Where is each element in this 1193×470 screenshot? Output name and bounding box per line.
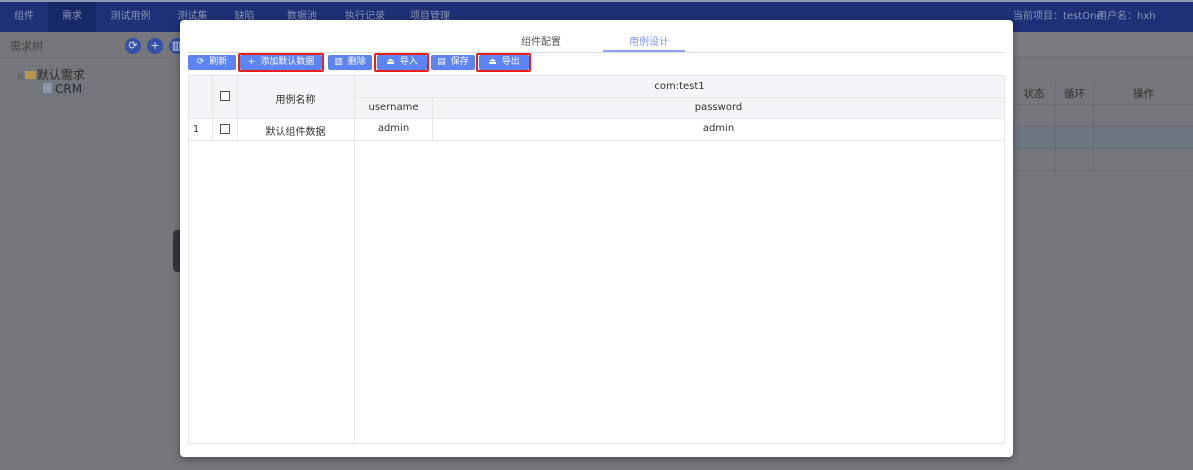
background-toolbar bbox=[1013, 32, 1193, 57]
header-status: 状态 bbox=[1013, 83, 1056, 104]
tree-node-label: 默认需求 bbox=[36, 68, 85, 82]
row-case-name[interactable]: 默认组件数据 bbox=[237, 123, 354, 138]
save-button[interactable]: ▤ 保存 bbox=[431, 55, 475, 70]
highlight-box bbox=[476, 53, 531, 72]
refresh-icon[interactable]: ⟳ bbox=[125, 38, 141, 54]
nav-item-testcases[interactable]: 测试用例 bbox=[98, 2, 163, 32]
header-case-name: 用例名称 bbox=[275, 95, 316, 106]
header-actions: 操作 bbox=[1133, 88, 1154, 100]
row-password[interactable]: admin bbox=[433, 123, 1004, 134]
nav-item-requirements[interactable]: 需求 bbox=[48, 2, 96, 32]
button-label: 刷新 bbox=[209, 57, 228, 67]
tree-node-root[interactable]: ⊟ 默认需求 bbox=[17, 66, 85, 83]
header-password: password bbox=[694, 102, 743, 113]
current-project: 当前项目：testOne bbox=[1013, 11, 1103, 22]
tree-node-crm[interactable]: CRM bbox=[41, 82, 85, 96]
divider bbox=[355, 97, 1004, 98]
button-label: 保存 bbox=[450, 57, 469, 67]
folder-icon bbox=[24, 71, 36, 79]
sidebar-title: 需求树 bbox=[10, 40, 43, 53]
trash-icon: ▥ bbox=[334, 57, 343, 67]
header-username: username bbox=[368, 102, 419, 113]
row-username[interactable]: admin bbox=[355, 123, 432, 134]
delete-button[interactable]: ▥ 删除 bbox=[328, 55, 372, 70]
case-data-table: 用例名称 com:test1 username password 1 默认组件数… bbox=[188, 75, 1005, 444]
background-table: 状态 循环 操作 bbox=[1013, 83, 1193, 171]
refresh-icon: ⟳ bbox=[196, 57, 205, 67]
button-label: 删除 bbox=[347, 57, 366, 67]
divider bbox=[0, 57, 178, 58]
refresh-button[interactable]: ⟳ 刷新 bbox=[188, 55, 236, 70]
collapse-icon[interactable]: ⊟ bbox=[17, 72, 24, 81]
row-checkbox[interactable] bbox=[212, 124, 237, 137]
highlight-box bbox=[238, 53, 324, 72]
tab-component-config[interactable]: 组件配置 bbox=[521, 33, 561, 48]
divider bbox=[189, 118, 1004, 119]
save-icon: ▤ bbox=[437, 57, 446, 67]
nav-item-components[interactable]: 组件 bbox=[0, 2, 48, 32]
case-design-dialog: 组件配置 用例设计 ⟳ 刷新 + 添加默认数据 ▥ 删除 ⏏ 导入 ▤ 保存 ⏏ 导出 用例… bbox=[180, 20, 1013, 457]
tree-node-label: CRM bbox=[55, 82, 83, 96]
plus-icon[interactable]: + bbox=[147, 38, 163, 54]
file-icon bbox=[43, 83, 52, 93]
tab-case-design[interactable]: 用例设计 bbox=[629, 33, 669, 48]
header-loop: 循环 bbox=[1056, 83, 1094, 104]
header-component: com:test1 bbox=[654, 81, 705, 92]
select-all-checkbox[interactable] bbox=[212, 91, 237, 104]
highlight-box bbox=[374, 53, 429, 72]
divider bbox=[189, 140, 1004, 141]
username: 用户名：hxh bbox=[1097, 11, 1156, 22]
row-index: 1 bbox=[192, 124, 200, 135]
